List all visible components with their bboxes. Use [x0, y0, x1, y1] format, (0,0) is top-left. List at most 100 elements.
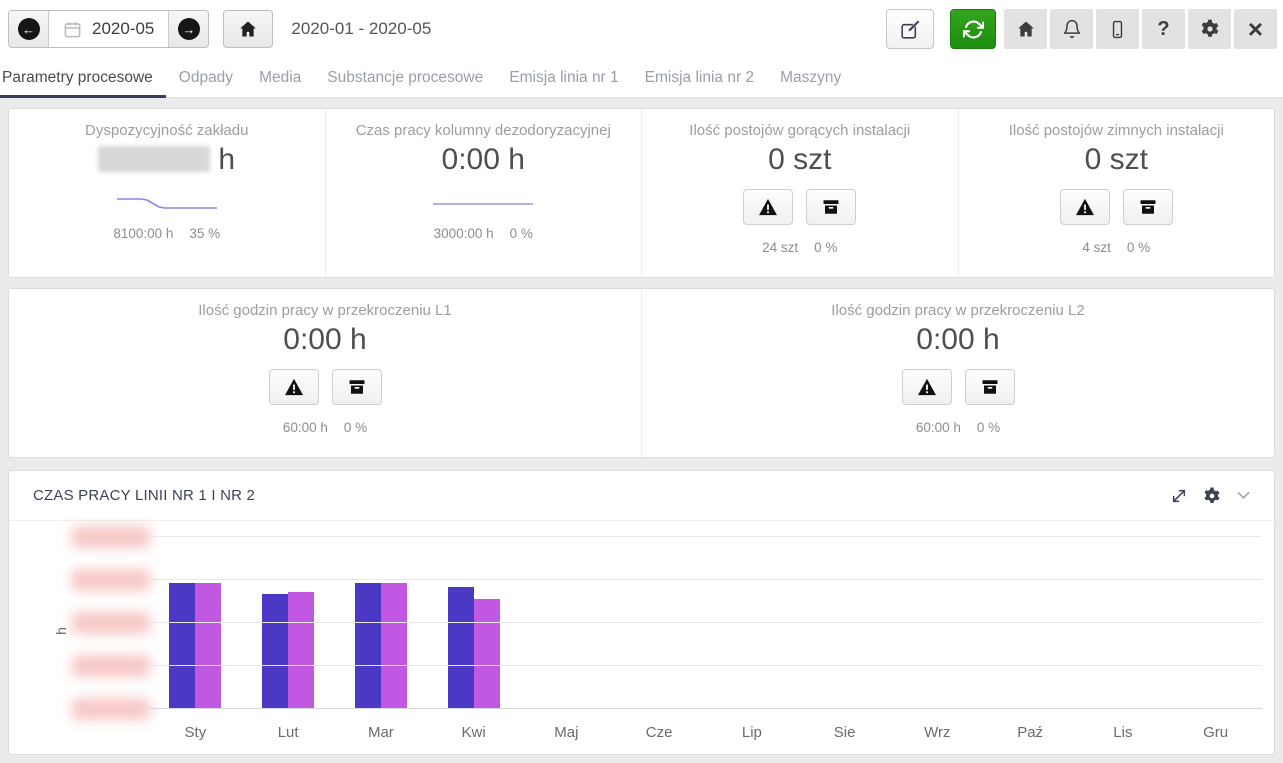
- top-toolbar: ← 2020-05 → 2020-01 - 2020-05: [0, 0, 1283, 58]
- tab-bar: Parametry procesowe Odpady Media Substan…: [0, 58, 1283, 98]
- card-title: Ilość postojów gorących instalacji: [689, 122, 910, 139]
- gridline: [149, 536, 1262, 537]
- tab-media[interactable]: Media: [246, 60, 314, 97]
- expand-chart-button[interactable]: [1171, 488, 1187, 504]
- card-buttons: [743, 189, 856, 225]
- bar-linia-nr-1: [262, 594, 288, 709]
- card-footer: 60:00 h 0 %: [283, 420, 367, 435]
- home-period-button[interactable]: [223, 10, 273, 48]
- x-axis-label: Mar: [335, 724, 428, 741]
- archive-icon: [981, 378, 999, 396]
- footer-reference: 4 szt: [1082, 240, 1111, 255]
- home-button[interactable]: [1004, 9, 1047, 49]
- card-value: 0 szt: [1085, 143, 1148, 177]
- y-axis-title: h: [53, 627, 69, 635]
- expand-icon: [1171, 488, 1187, 504]
- gridline: [149, 708, 1262, 709]
- kpi-card-czas-kolumny: Czas pracy kolumny dezodoryzacyjnej 0:00…: [325, 109, 642, 277]
- bar-group-lip: [706, 537, 799, 709]
- alarms-button[interactable]: [902, 369, 952, 405]
- chevron-down-icon: [1237, 491, 1250, 500]
- chart-settings-button[interactable]: [1203, 487, 1221, 505]
- gear-icon: [1203, 487, 1221, 505]
- tab-maszyny[interactable]: Maszyny: [767, 60, 854, 97]
- bell-icon: [1062, 19, 1082, 39]
- redacted-y-tick-label: [71, 655, 151, 677]
- archive-button[interactable]: [806, 189, 856, 225]
- card-footer: 3000:00 h 0 %: [434, 226, 533, 241]
- x-axis-label: Lis: [1077, 724, 1170, 741]
- warning-icon: [284, 378, 304, 396]
- refresh-button[interactable]: [950, 9, 996, 49]
- warning-icon: [758, 198, 778, 216]
- x-axis-label: Kwi: [427, 724, 520, 741]
- home-icon: [238, 19, 258, 39]
- footer-percent: 0 %: [344, 420, 367, 435]
- bar-linia-nr-2: [381, 583, 407, 709]
- bar-linia-nr-1: [355, 583, 381, 709]
- archive-icon: [822, 198, 840, 216]
- card-buttons: [902, 369, 1015, 405]
- archive-button[interactable]: [332, 369, 382, 405]
- bar-linia-nr-2: [288, 592, 314, 709]
- period-range-label: 2020-01 - 2020-05: [291, 19, 431, 39]
- x-axis-label: Cze: [613, 724, 706, 741]
- tab-emisja-linia-1[interactable]: Emisja linia nr 1: [496, 60, 631, 97]
- tab-odpady[interactable]: Odpady: [166, 60, 246, 97]
- bar-group-sie: [798, 537, 891, 709]
- card-unit: h: [218, 143, 235, 176]
- sparkline-flat: [431, 195, 535, 211]
- tab-parametry-procesowe[interactable]: Parametry procesowe: [0, 60, 166, 98]
- footer-reference: 3000:00 h: [434, 226, 494, 241]
- kpi-panel-row1: Dyspozycyjność zakładu h 8100:00 h 35 % …: [8, 108, 1275, 278]
- arrow-circle-right-icon: →: [178, 18, 200, 40]
- x-axis-label: Paź: [984, 724, 1077, 741]
- notifications-button[interactable]: [1050, 9, 1093, 49]
- card-title: Ilość godzin pracy w przekroczeniu L1: [198, 302, 451, 319]
- close-button[interactable]: ×: [1234, 9, 1277, 49]
- x-axis-label: Wrz: [891, 724, 984, 741]
- collapse-chart-button[interactable]: [1237, 491, 1250, 500]
- alarms-button[interactable]: [743, 189, 793, 225]
- period-value: 2020-05: [92, 19, 154, 39]
- card-title: Dyspozycyjność zakładu: [85, 122, 248, 139]
- x-axis-label: Gru: [1169, 724, 1262, 741]
- refresh-icon: [963, 19, 984, 40]
- tab-emisja-linia-2[interactable]: Emisja linia nr 2: [632, 60, 767, 97]
- period-input[interactable]: 2020-05: [49, 11, 168, 47]
- x-axis-label: Lut: [242, 724, 335, 741]
- prev-period-button[interactable]: ←: [9, 11, 49, 47]
- settings-button[interactable]: [1188, 9, 1231, 49]
- bar-group-lis: [1077, 537, 1170, 709]
- y-axis-redaction: [71, 537, 151, 709]
- edit-button[interactable]: [886, 9, 934, 49]
- gridline: [149, 579, 1262, 580]
- bar-group-lut: [242, 537, 335, 709]
- bar-group-kwi: [427, 537, 520, 709]
- chart-plot: [149, 537, 1262, 709]
- gear-icon: [1200, 19, 1220, 39]
- next-period-button[interactable]: →: [168, 11, 208, 47]
- redacted-y-tick-label: [71, 698, 151, 720]
- card-value: 0:00 h: [283, 323, 366, 357]
- archive-button[interactable]: [965, 369, 1015, 405]
- bar-group-wrz: [891, 537, 984, 709]
- alarms-button[interactable]: [269, 369, 319, 405]
- sparkline-step-down: [115, 195, 219, 211]
- card-value: 0:00 h: [916, 323, 999, 357]
- card-value: h: [98, 143, 235, 177]
- warning-icon: [917, 378, 937, 396]
- mobile-button[interactable]: [1096, 9, 1139, 49]
- bar-group-gru: [1169, 537, 1262, 709]
- archive-button[interactable]: [1123, 189, 1173, 225]
- bar-linia-nr-1: [448, 587, 474, 709]
- card-buttons: [1060, 189, 1173, 225]
- alarms-button[interactable]: [1060, 189, 1110, 225]
- gridline: [149, 622, 1262, 623]
- card-value: 0:00 h: [442, 143, 525, 177]
- footer-percent: 0 %: [1127, 240, 1150, 255]
- archive-icon: [348, 378, 366, 396]
- tab-substancje-procesowe[interactable]: Substancje procesowe: [314, 60, 496, 97]
- help-button[interactable]: ?: [1142, 9, 1185, 49]
- edit-icon: [900, 19, 921, 40]
